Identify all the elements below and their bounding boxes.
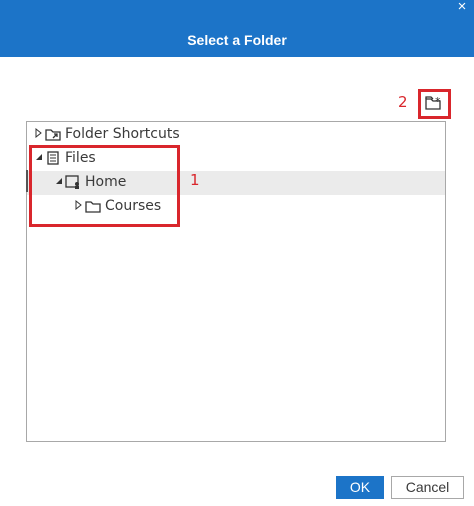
ok-button[interactable]: OK bbox=[336, 476, 384, 499]
expand-arrow-icon[interactable] bbox=[35, 128, 43, 138]
tree-item-label: Folder Shortcuts bbox=[65, 126, 180, 142]
dialog-title: Select a Folder bbox=[187, 32, 287, 48]
folder-shortcut-icon bbox=[45, 129, 61, 141]
close-icon: × bbox=[457, 0, 467, 15]
close-button[interactable]: × bbox=[453, 0, 471, 16]
dialog-titlebar: Select a Folder × bbox=[0, 0, 474, 57]
focus-indicator bbox=[26, 170, 28, 192]
new-folder-button[interactable]: * bbox=[424, 94, 444, 112]
svg-text:*: * bbox=[435, 95, 441, 108]
cancel-button[interactable]: Cancel bbox=[391, 476, 464, 499]
annotation-number-1: 1 bbox=[190, 171, 200, 189]
tree-item-folder-shortcuts[interactable]: Folder Shortcuts bbox=[27, 123, 445, 147]
new-folder-icon: * bbox=[425, 95, 441, 110]
annotation-box-1 bbox=[29, 145, 180, 227]
annotation-number-2: 2 bbox=[398, 93, 408, 111]
